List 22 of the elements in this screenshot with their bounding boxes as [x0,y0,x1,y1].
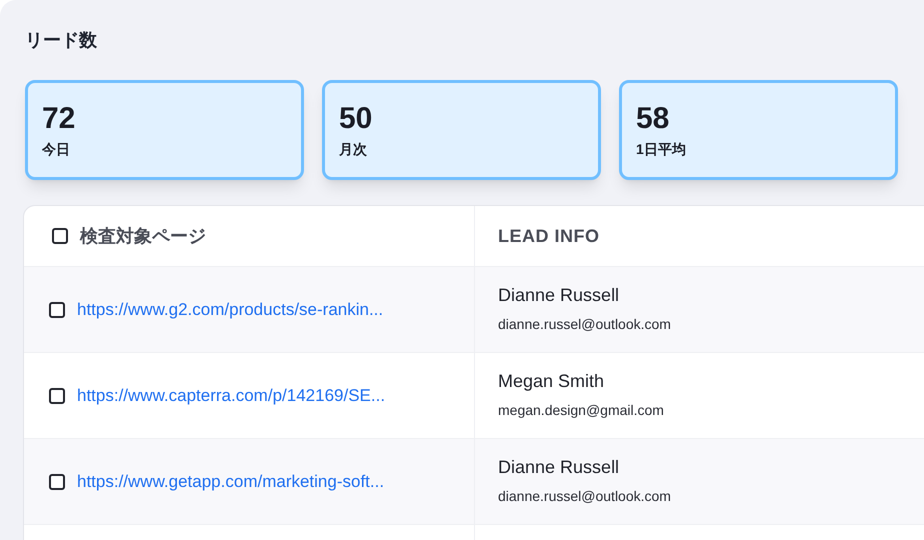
lead-name: Dianne Russell [498,284,620,306]
page-link[interactable]: https://www.capterra.com/p/142169/SE... [77,382,386,408]
stat-value: 50 [339,101,372,137]
checkbox[interactable] [49,388,65,404]
checkbox[interactable] [49,474,65,490]
stat-label: 月次 [339,140,367,159]
column-header: LEAD INFO [498,224,600,248]
lead-name: Dianne Russell [498,456,620,478]
stat-value: 58 [636,101,670,137]
lead-email: dianne.russel@outlook.com [498,315,671,334]
page-link[interactable]: https://www.getapp.com/marketing-soft... [77,468,384,494]
stat-label: 1日平均 [636,140,686,159]
page-link[interactable]: https://www.g2.com/products/se-rankin... [77,296,384,322]
lead-email: dianne.russel@outlook.com [498,487,671,506]
checkbox[interactable] [49,302,65,318]
section-title: リード数 [25,29,97,52]
checkbox[interactable] [52,228,68,244]
stat-value: 72 [42,101,76,137]
stat-label: 今日 [42,140,70,159]
lead-name: Megan Smith [498,370,604,392]
lead-email: megan.design@gmail.com [498,401,664,420]
column-header: 検査対象ページ [80,224,206,248]
